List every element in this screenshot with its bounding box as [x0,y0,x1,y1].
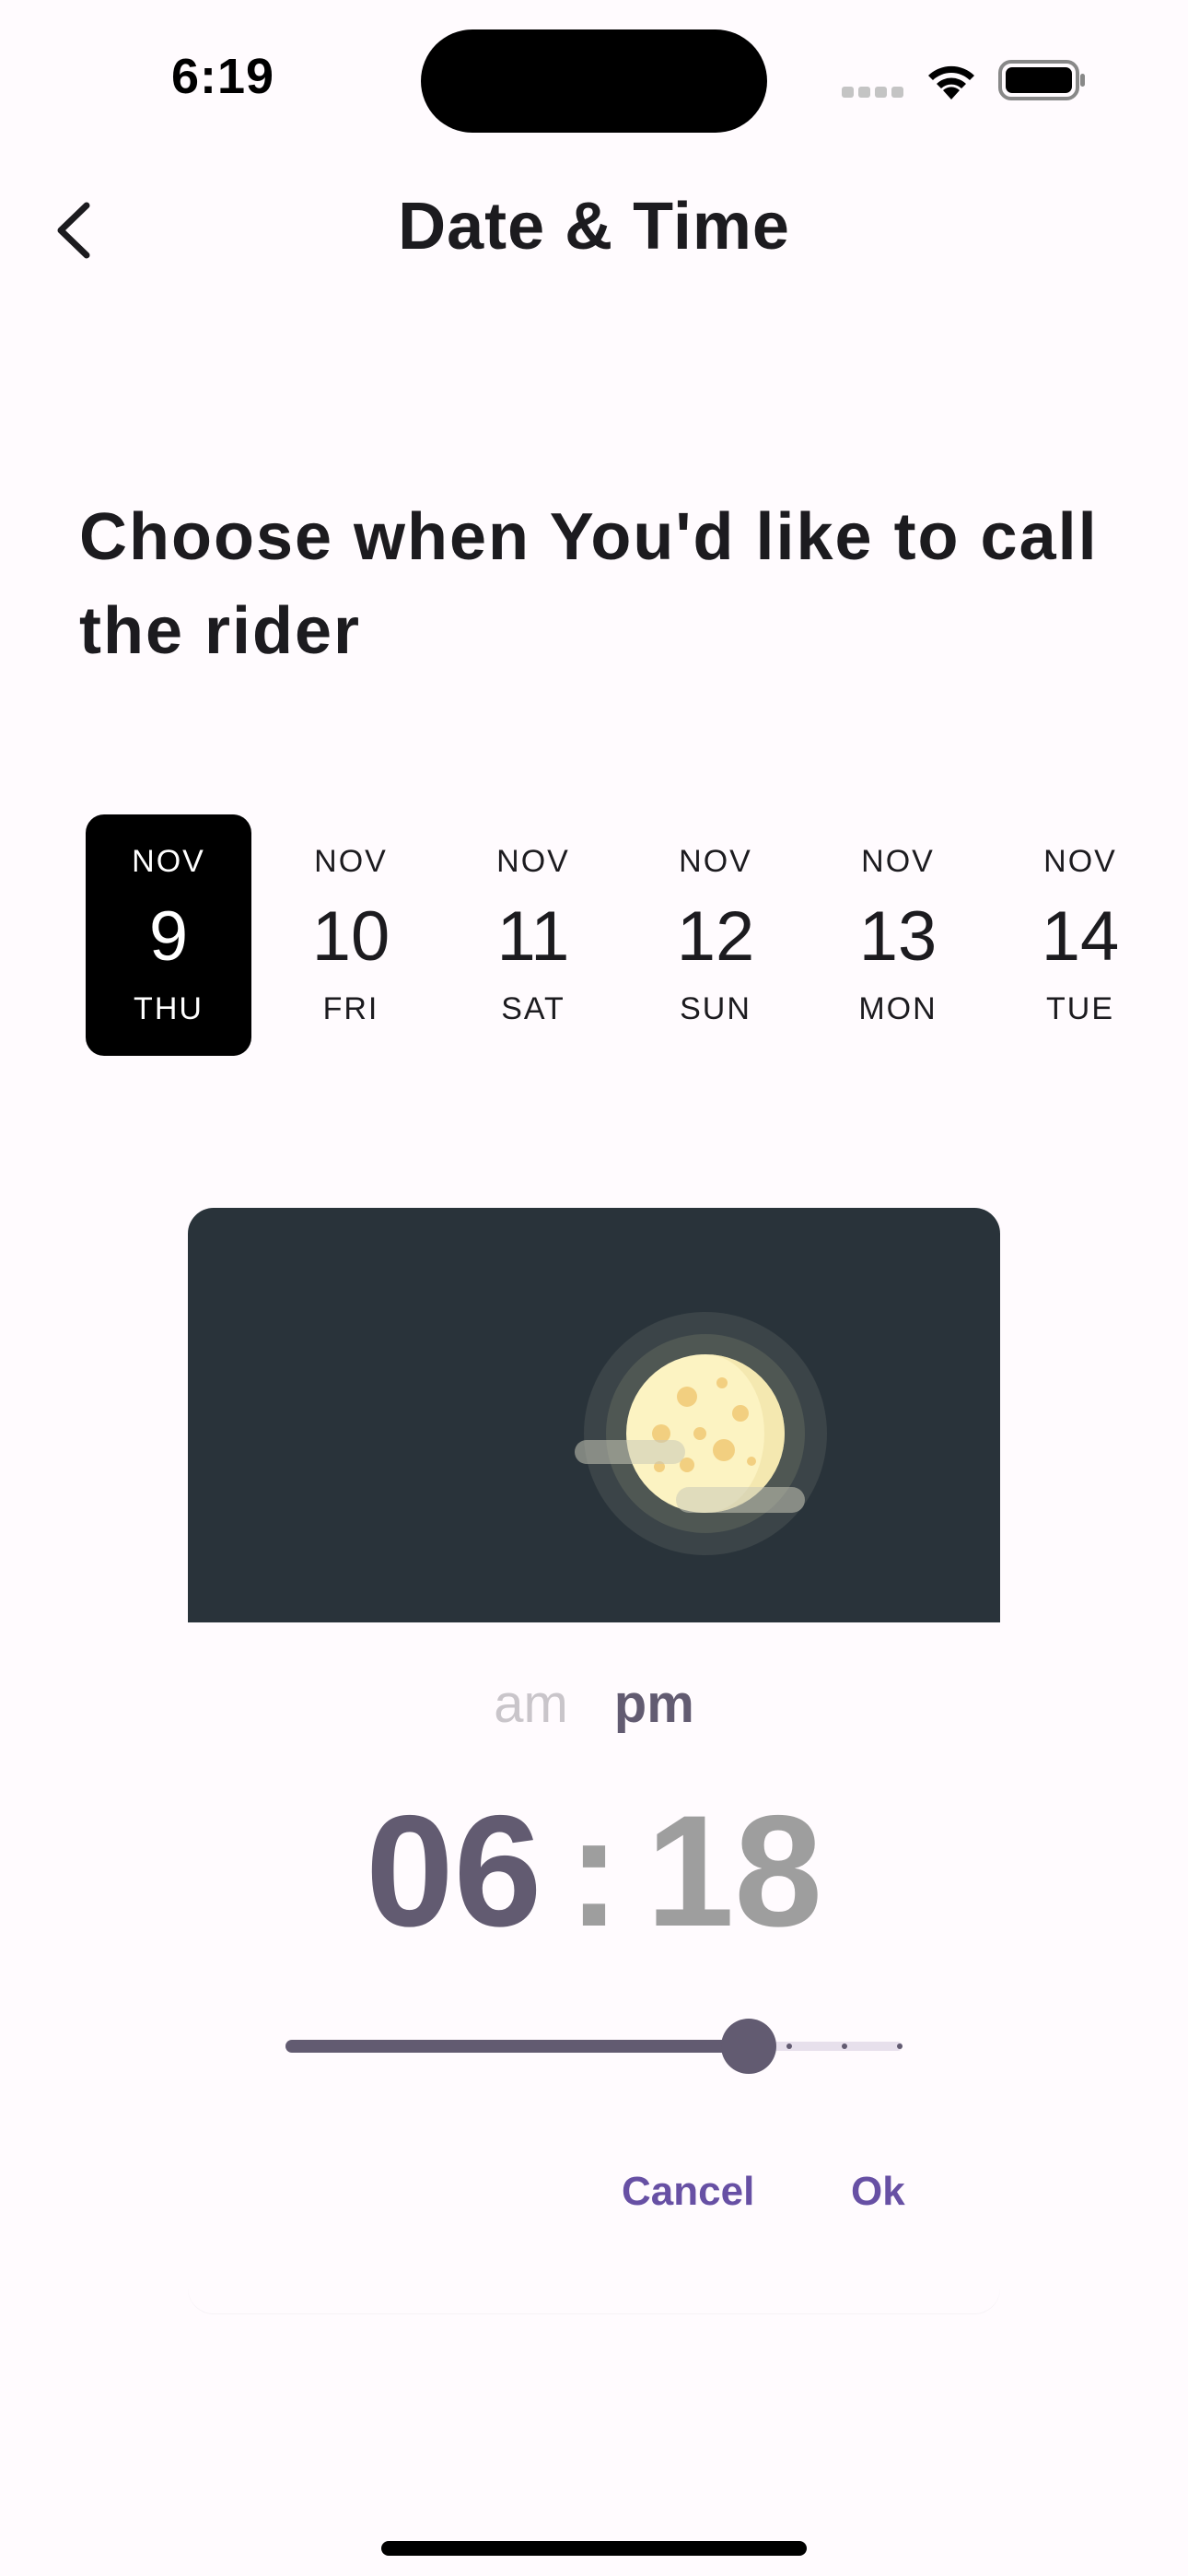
date-weekday: SUN [680,991,751,1026]
cancel-button[interactable]: Cancel [622,2155,754,2229]
date-item-nov-14[interactable]: NOV 14 TUE [997,814,1163,1056]
time-display: 06 : 18 [188,1779,1000,1963]
date-item-nov-11[interactable]: NOV 11 SAT [450,814,616,1056]
night-sky-illustration [188,1208,1000,1622]
date-day: 10 [311,897,390,976]
date-month: NOV [496,844,570,879]
date-item-nov-9[interactable]: NOV 9 THU [86,814,251,1056]
date-weekday: THU [134,991,204,1026]
date-month: NOV [314,844,388,879]
slider-track-active [285,2040,749,2053]
date-item-nov-12[interactable]: NOV 12 SUN [633,814,798,1056]
slider-tick [842,2043,847,2049]
date-day: 12 [676,897,755,976]
pm-option[interactable]: pm [614,1673,694,1735]
date-day: 11 [496,897,570,976]
page-title: Date & Time [398,190,790,263]
slider-thumb[interactable] [721,2019,776,2074]
date-month: NOV [861,844,935,879]
status-time: 6:19 [171,49,275,104]
time-separator: : [567,1783,621,1960]
slider-tick [786,2043,792,2049]
date-weekday: SAT [501,991,565,1026]
date-strip: NOV 9 THU NOV 10 FRI NOV 11 SAT NOV 12 S… [86,814,1188,1056]
date-weekday: MON [858,991,938,1026]
cellular-signal-icon [842,87,904,98]
wifi-icon [928,65,974,100]
date-day: 9 [148,897,189,976]
battery-icon [998,60,1085,100]
home-indicator [381,2541,807,2556]
date-month: NOV [1043,844,1117,879]
time-picker-dialog: am pm 06 : 18 Cancel Ok [188,1208,1000,2313]
date-item-nov-10[interactable]: NOV 10 FRI [268,814,434,1056]
date-month: NOV [132,844,205,879]
moon-icon [575,1312,827,1555]
date-item-nov-13[interactable]: NOV 13 MON [815,814,981,1056]
date-day: 14 [1041,897,1120,976]
am-pm-toggle: am pm [188,1673,1000,1735]
am-option[interactable]: am [494,1673,568,1735]
dialog-actions: Cancel Ok [188,2155,1000,2229]
minutes-value[interactable]: 18 [646,1779,822,1963]
date-weekday: TUE [1046,991,1114,1026]
slider-tick [897,2043,903,2049]
time-slider[interactable] [285,2009,903,2083]
heading: Choose when You'd like to call the rider [79,500,1099,668]
date-day: 13 [858,897,938,976]
hours-value[interactable]: 06 [366,1779,542,1963]
date-weekday: FRI [322,991,379,1026]
ok-button[interactable]: Ok [851,2155,905,2229]
date-month: NOV [679,844,752,879]
dynamic-island [421,29,767,133]
